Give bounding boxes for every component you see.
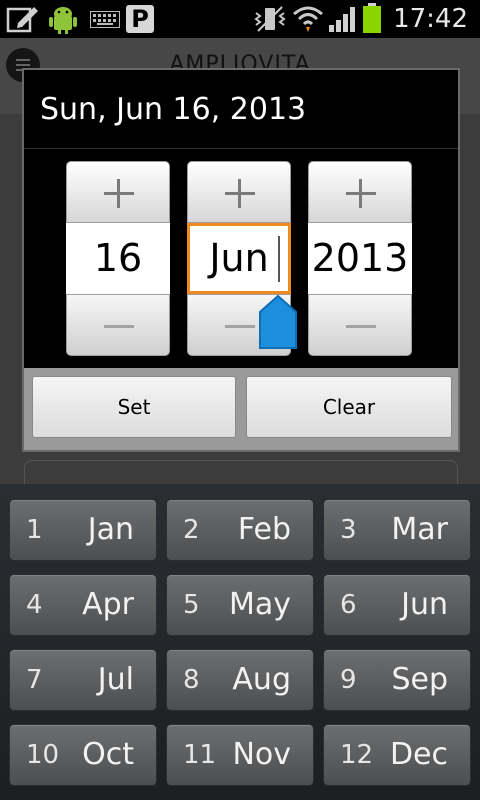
month-field-text: Jun bbox=[209, 236, 269, 280]
text-cursor bbox=[278, 236, 280, 282]
signal-icon bbox=[329, 7, 355, 32]
title-divider bbox=[24, 148, 458, 149]
edit-icon bbox=[6, 7, 38, 33]
year-picker: 2013 bbox=[308, 161, 412, 356]
minus-icon bbox=[225, 325, 255, 328]
minus-icon bbox=[346, 325, 376, 328]
key-jan[interactable]: 1 Jan bbox=[9, 499, 157, 561]
set-button[interactable]: Set bbox=[32, 376, 236, 438]
key-label: Mar bbox=[391, 512, 448, 547]
month-field[interactable]: Jun bbox=[187, 223, 291, 294]
minus-icon bbox=[104, 325, 134, 328]
key-mar[interactable]: 3 Mar bbox=[323, 499, 471, 561]
key-oct[interactable]: 10 Oct bbox=[9, 724, 157, 786]
key-number: 10 bbox=[26, 740, 60, 770]
month-increment-button[interactable] bbox=[187, 161, 291, 223]
key-number: 1 bbox=[26, 515, 43, 545]
battery-icon bbox=[363, 3, 381, 33]
month-keyboard: 1 Jan 2 Feb 3 Mar 4 Apr 5 May 6 Jun 7 Ju… bbox=[0, 484, 480, 800]
key-aug[interactable]: 8 Aug bbox=[166, 649, 314, 711]
key-label: Feb bbox=[237, 512, 291, 547]
key-number: 8 bbox=[183, 665, 200, 695]
key-label: Nov bbox=[232, 737, 291, 772]
text-selection-handle[interactable] bbox=[258, 294, 298, 350]
key-label: Apr bbox=[82, 587, 134, 622]
key-number: 9 bbox=[340, 665, 357, 695]
dialog-button-bar: Set Clear bbox=[24, 368, 458, 450]
year-decrement-button[interactable] bbox=[308, 294, 412, 356]
day-field[interactable]: 16 bbox=[66, 223, 170, 294]
key-label: Oct bbox=[82, 737, 134, 772]
key-label: Jan bbox=[87, 512, 134, 547]
key-number: 12 bbox=[340, 740, 374, 770]
key-label: Dec bbox=[389, 737, 448, 772]
key-number: 7 bbox=[26, 665, 43, 695]
key-dec[interactable]: 12 Dec bbox=[323, 724, 471, 786]
year-field[interactable]: 2013 bbox=[308, 223, 412, 294]
android-icon bbox=[49, 7, 77, 34]
key-label: Aug bbox=[232, 662, 291, 697]
status-bar: P 17:42 bbox=[0, 0, 480, 38]
date-picker-dialog: Sun, Jun 16, 2013 16 Jun 2013 Set Clear bbox=[22, 68, 460, 452]
year-increment-button[interactable] bbox=[308, 161, 412, 223]
clock: 17:42 bbox=[393, 4, 468, 34]
day-increment-button[interactable] bbox=[66, 161, 170, 223]
key-jul[interactable]: 7 Jul bbox=[9, 649, 157, 711]
key-sep[interactable]: 9 Sep bbox=[323, 649, 471, 711]
key-label: May bbox=[228, 587, 291, 622]
clear-button[interactable]: Clear bbox=[246, 376, 452, 438]
key-number: 5 bbox=[183, 590, 200, 620]
day-picker: 16 bbox=[66, 161, 170, 356]
key-apr[interactable]: 4 Apr bbox=[9, 574, 157, 636]
wifi-icon bbox=[293, 6, 323, 32]
keyboard-icon bbox=[90, 11, 120, 28]
vibrate-icon bbox=[254, 6, 286, 32]
key-may[interactable]: 5 May bbox=[166, 574, 314, 636]
key-label: Sep bbox=[391, 662, 448, 697]
key-nov[interactable]: 11 Nov bbox=[166, 724, 314, 786]
key-feb[interactable]: 2 Feb bbox=[166, 499, 314, 561]
pinterest-icon: P bbox=[126, 5, 154, 33]
key-jun[interactable]: 6 Jun bbox=[323, 574, 471, 636]
key-number: 3 bbox=[340, 515, 357, 545]
dialog-title: Sun, Jun 16, 2013 bbox=[40, 92, 307, 127]
key-label: Jun bbox=[401, 587, 448, 622]
key-number: 6 bbox=[340, 590, 357, 620]
day-decrement-button[interactable] bbox=[66, 294, 170, 356]
key-label: Jul bbox=[97, 662, 134, 697]
key-number: 2 bbox=[183, 515, 200, 545]
key-number: 11 bbox=[183, 740, 217, 770]
key-number: 4 bbox=[26, 590, 43, 620]
